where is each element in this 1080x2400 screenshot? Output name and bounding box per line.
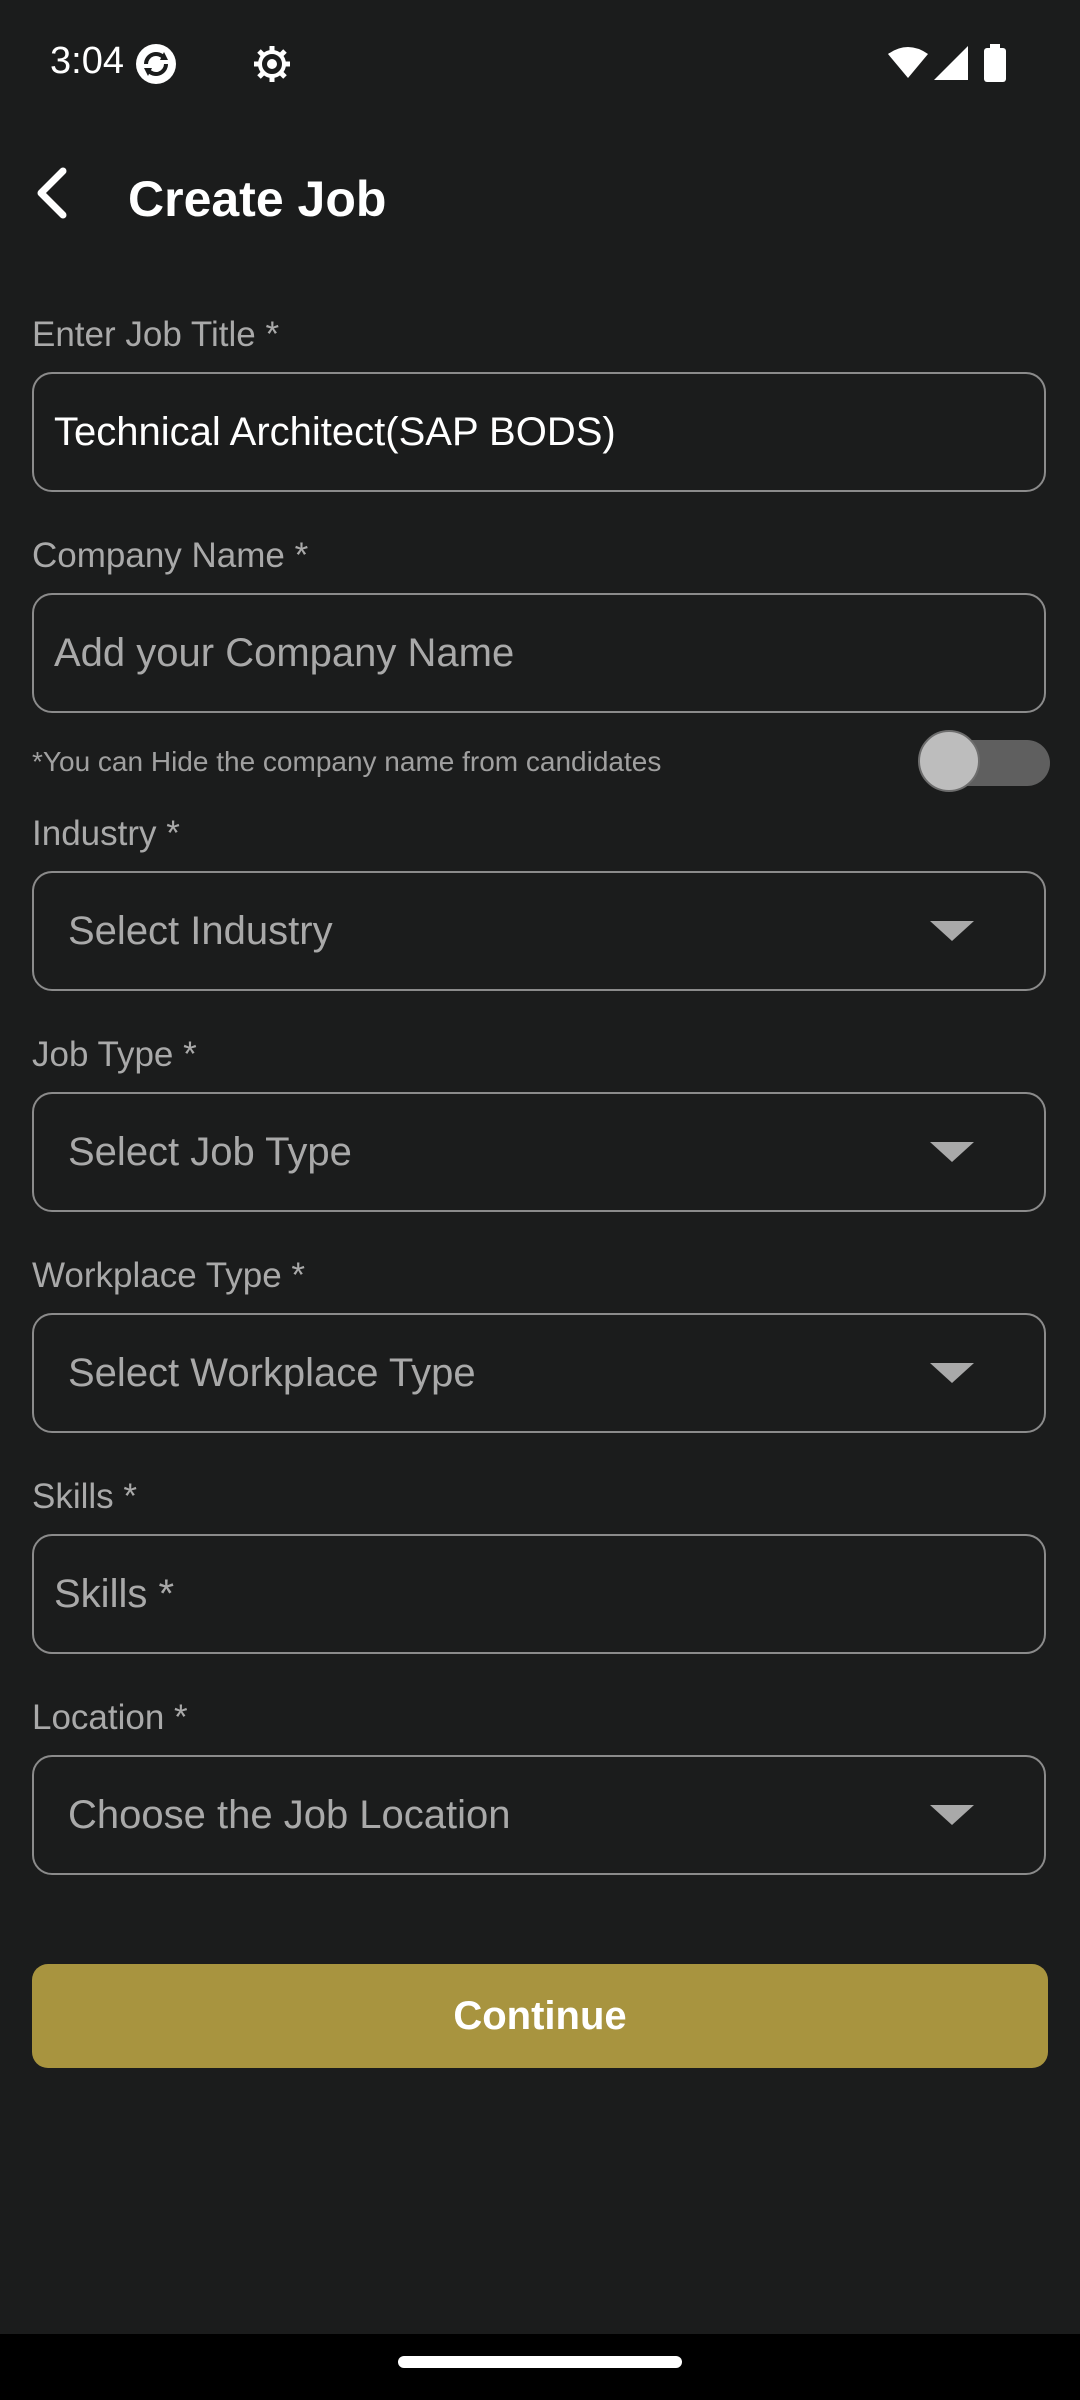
- skills-label: Skills *: [32, 1477, 138, 1516]
- company-name-placeholder: Add your Company Name: [54, 630, 515, 675]
- company-name-input[interactable]: Add your Company Name: [32, 593, 1046, 713]
- dropdown-arrow-icon: [930, 1142, 974, 1162]
- job-type-select[interactable]: Select Job Type: [32, 1092, 1046, 1212]
- dropdown-arrow-icon: [930, 1805, 974, 1825]
- skills-placeholder: Skills *: [54, 1571, 175, 1616]
- location-placeholder: Choose the Job Location: [68, 1792, 511, 1837]
- continue-button[interactable]: Continue: [32, 1964, 1048, 2068]
- dropdown-arrow-icon: [930, 1363, 974, 1383]
- company-name-label: Company Name *: [32, 536, 309, 575]
- industry-select[interactable]: Select Industry: [32, 871, 1046, 991]
- job-type-placeholder: Select Job Type: [68, 1129, 352, 1174]
- cell-signal-icon: [934, 46, 968, 85]
- toggle-thumb: [918, 730, 980, 792]
- hide-company-toggle[interactable]: [918, 730, 1050, 792]
- chevron-left-icon: [33, 167, 73, 224]
- location-select[interactable]: Choose the Job Location: [32, 1755, 1046, 1875]
- back-button[interactable]: [18, 160, 88, 230]
- location-label: Location *: [32, 1698, 188, 1737]
- workplace-type-label: Workplace Type *: [32, 1256, 306, 1295]
- status-bar: 3:04: [0, 0, 1080, 130]
- page-title: Create Job: [128, 171, 387, 227]
- workplace-type-select[interactable]: Select Workplace Type: [32, 1313, 1046, 1433]
- job-title-input[interactable]: Technical Architect(SAP BODS): [32, 372, 1046, 492]
- sync-icon: [134, 42, 178, 91]
- job-title-value: Technical Architect(SAP BODS): [54, 409, 616, 454]
- home-gesture-handle[interactable]: [398, 2356, 682, 2368]
- dropdown-arrow-icon: [930, 921, 974, 941]
- industry-label: Industry *: [32, 814, 180, 853]
- job-title-label: Enter Job Title *: [32, 315, 280, 354]
- hide-company-hint: *You can Hide the company name from cand…: [32, 746, 662, 777]
- workplace-type-placeholder: Select Workplace Type: [68, 1350, 476, 1395]
- battery-icon: [984, 44, 1006, 87]
- wifi-icon: [888, 46, 928, 83]
- status-time: 3:04: [50, 40, 124, 82]
- gear-icon: [252, 44, 292, 89]
- industry-placeholder: Select Industry: [68, 908, 333, 953]
- app-bar: Create Job: [0, 130, 1080, 260]
- navigation-bar: [0, 2334, 1080, 2400]
- job-type-label: Job Type *: [32, 1035, 197, 1074]
- skills-input[interactable]: Skills *: [32, 1534, 1046, 1654]
